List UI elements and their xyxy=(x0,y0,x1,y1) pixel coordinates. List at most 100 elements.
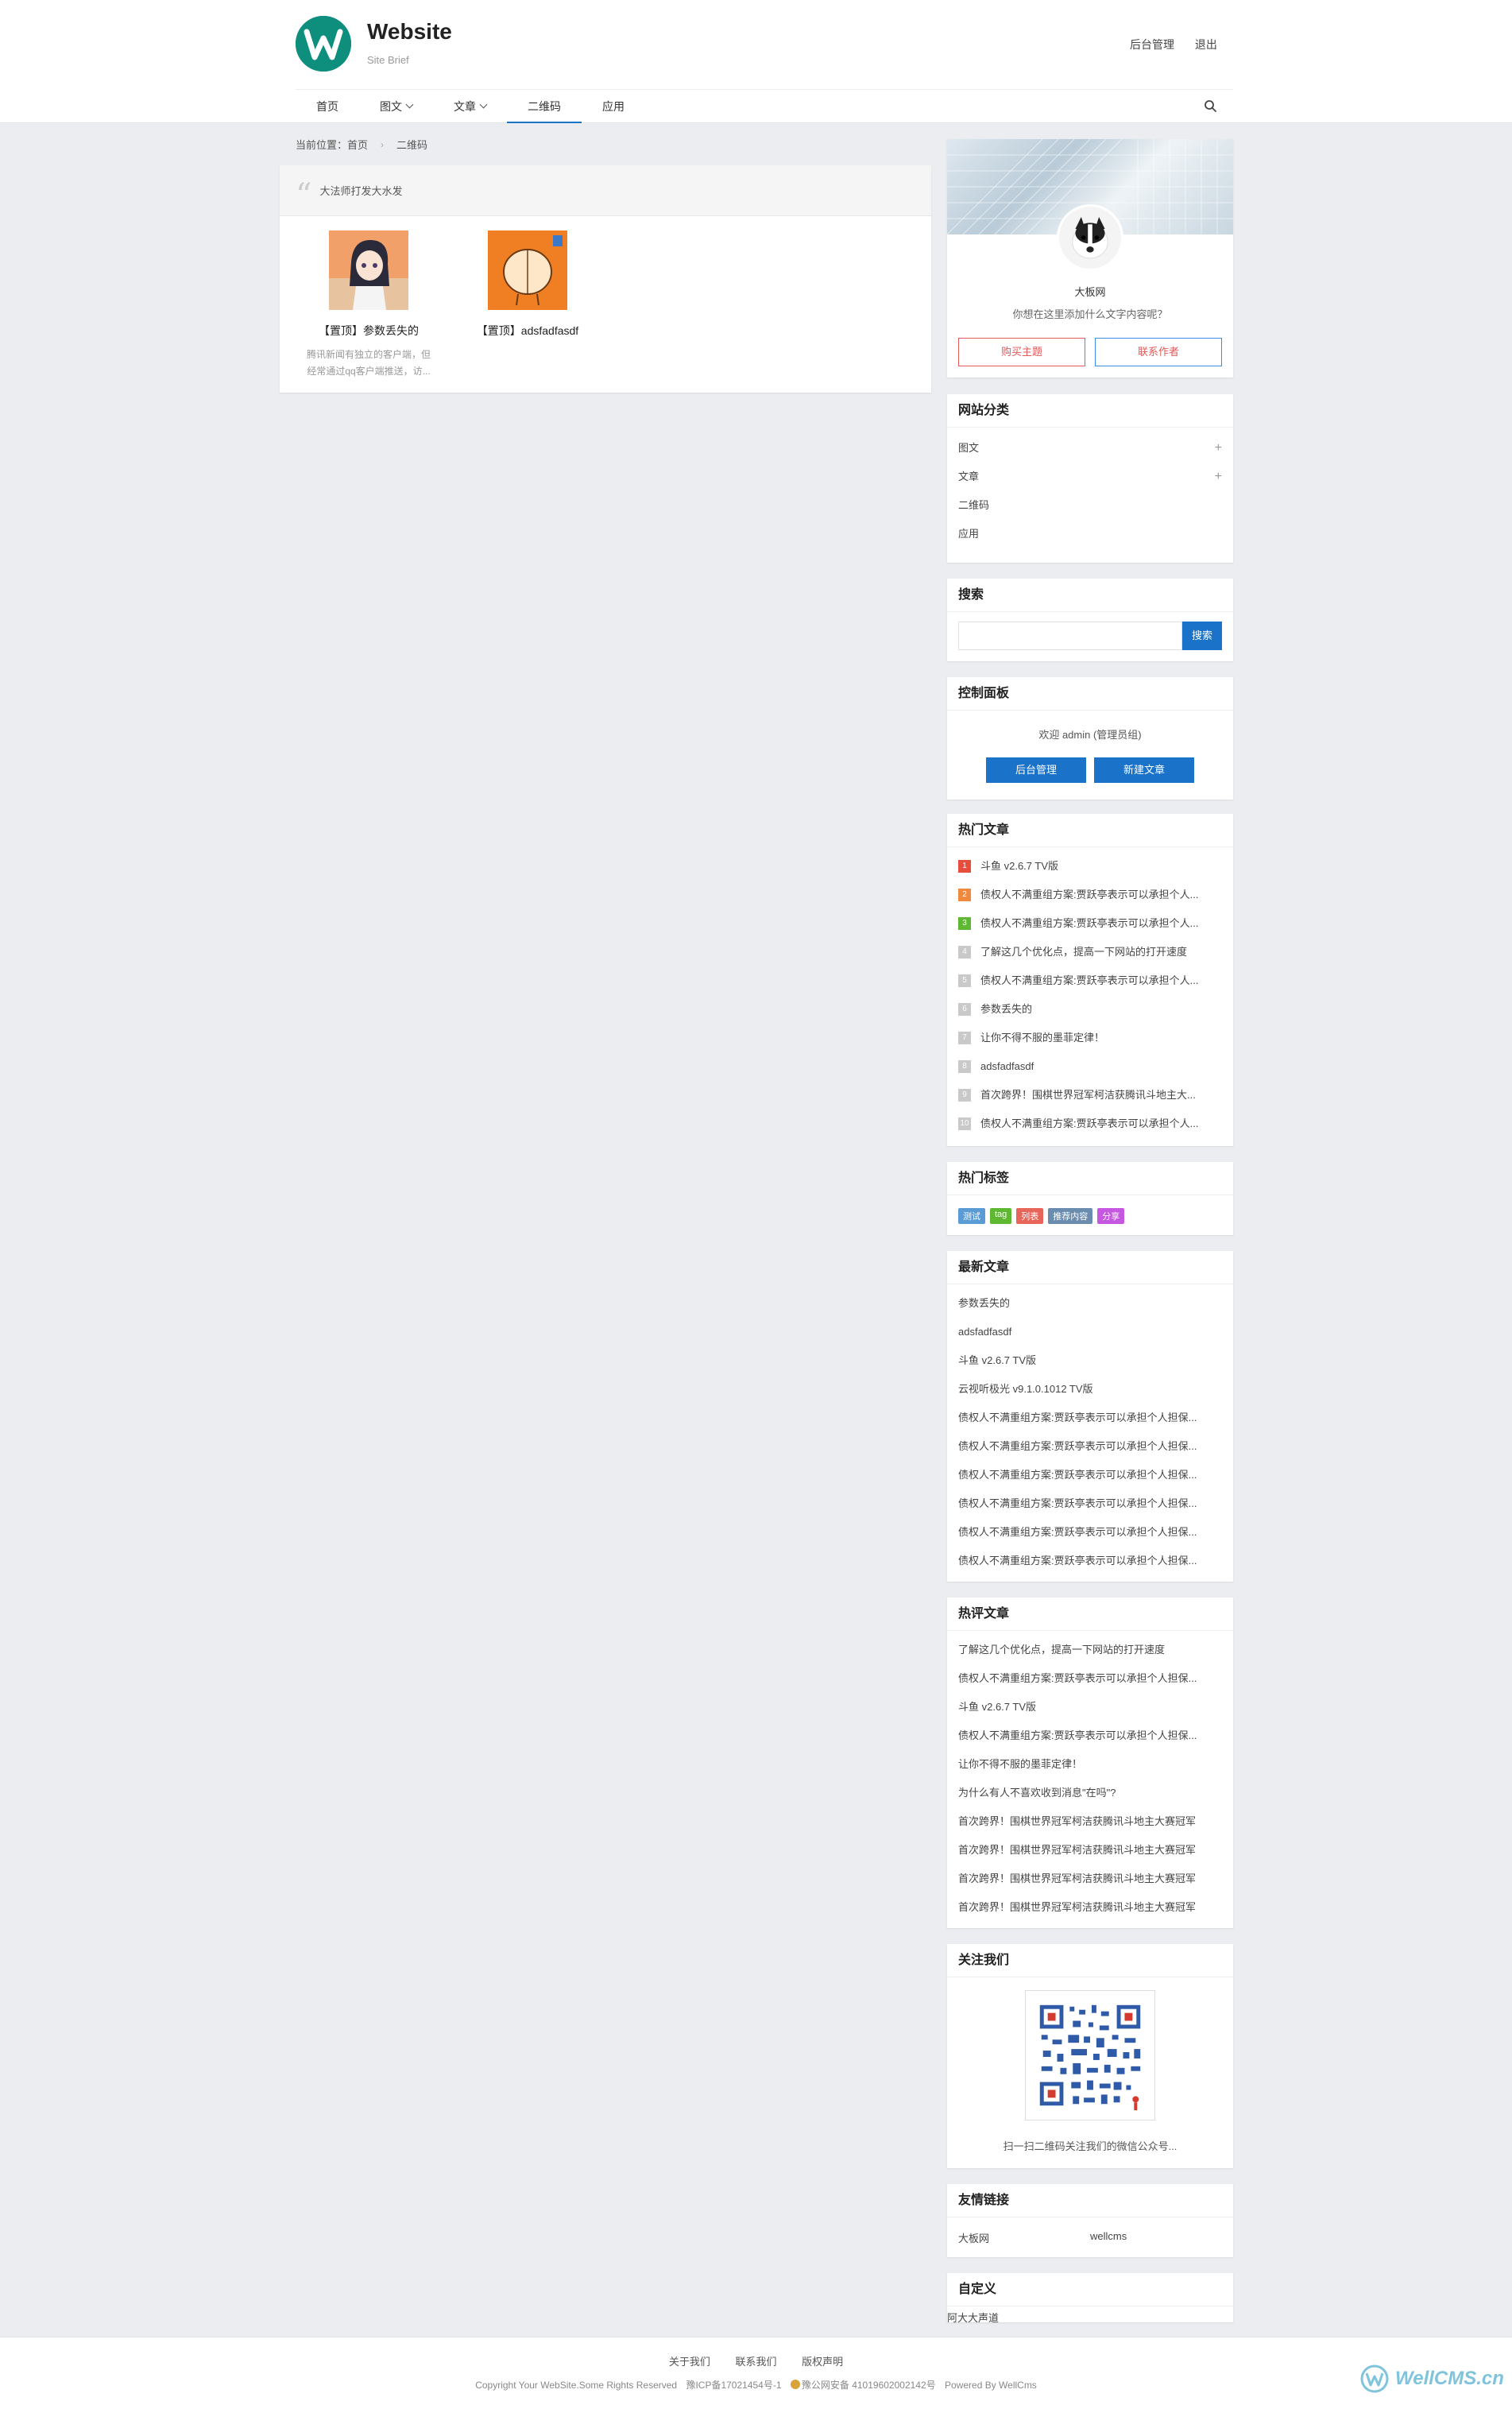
hot-article-item[interactable]: 1 斗鱼 v2.6.7 TV版 xyxy=(958,852,1222,881)
buy-theme-button[interactable]: 购买主题 xyxy=(958,338,1085,366)
plus-icon[interactable]: + xyxy=(1215,463,1222,491)
hot-comment-item[interactable]: 让你不得不服的墨菲定律！ xyxy=(958,1750,1222,1779)
panel-title: 热门文章 xyxy=(947,814,1233,847)
category-item[interactable]: 二维码 xyxy=(958,491,1222,520)
article-card[interactable]: 【置顶】adsfadfasdf xyxy=(448,216,607,339)
hot-article-title: 了解这几个优化点，提高一下网站的打开速度 xyxy=(980,946,1188,958)
category-item[interactable]: 应用 xyxy=(958,520,1222,548)
breadcrumb-prefix: 当前位置： xyxy=(296,139,348,151)
hot-comment-item[interactable]: 债权人不满重组方案:贾跃亭表示可以承担个人担保... xyxy=(958,1722,1222,1750)
category-item[interactable]: 文章 + xyxy=(958,463,1222,491)
hot-article-title: 斗鱼 v2.6.7 TV版 xyxy=(980,860,1059,872)
article-title[interactable]: 【置顶】adsfadfasdf xyxy=(448,323,607,339)
nav-item-article[interactable]: 文章 xyxy=(433,90,507,123)
footer-link-copyright[interactable]: 版权声明 xyxy=(802,2356,843,2368)
author-profile-card: 大板网 你想在这里添加什么文字内容呢？ 购买主题 联系作者 xyxy=(947,139,1233,378)
rank-badge: 4 xyxy=(958,946,971,959)
friend-link[interactable]: 大板网 xyxy=(958,2230,1090,2245)
search-panel: 搜索 搜索 xyxy=(947,579,1233,661)
logout-link[interactable]: 退出 xyxy=(1195,38,1217,51)
nav-item-app[interactable]: 应用 xyxy=(582,90,645,123)
hot-comment-item[interactable]: 首次跨界！围棋世界冠军柯洁获腾讯斗地主大赛冠军 xyxy=(958,1836,1222,1865)
author-name[interactable]: 大板网 xyxy=(947,284,1233,299)
tag-chip[interactable]: 列表 xyxy=(1016,1208,1044,1224)
footer-link-contact[interactable]: 联系我们 xyxy=(735,2356,776,2368)
tag-chip[interactable]: 推荐内容 xyxy=(1048,1208,1093,1224)
hot-article-title: 债权人不满重组方案:贾跃亭表示可以承担个人... xyxy=(980,1117,1199,1129)
latest-article-item[interactable]: 债权人不满重组方案:贾跃亭表示可以承担个人担保... xyxy=(958,1547,1222,1575)
hot-article-item[interactable]: 8 adsfadfasdf xyxy=(958,1052,1222,1081)
police-badge-icon xyxy=(790,2380,800,2389)
latest-article-item[interactable]: 斗鱼 v2.6.7 TV版 xyxy=(958,1346,1222,1375)
custom-text: 阿大大声道 xyxy=(947,2312,1000,2324)
panel-title: 控制面板 xyxy=(947,677,1233,711)
site-logo[interactable] xyxy=(296,16,351,72)
article-thumbnail[interactable] xyxy=(488,230,567,310)
article-title[interactable]: 【置顶】参数丢失的 xyxy=(289,323,448,339)
latest-article-item[interactable]: 债权人不满重组方案:贾跃亭表示可以承担个人担保... xyxy=(958,1432,1222,1461)
powered-by[interactable]: Powered By WellCms xyxy=(945,2380,1037,2391)
hot-comment-item[interactable]: 首次跨界！围棋世界冠军柯洁获腾讯斗地主大赛冠军 xyxy=(958,1865,1222,1893)
latest-article-item[interactable]: 债权人不满重组方案:贾跃亭表示可以承担个人担保... xyxy=(958,1404,1222,1432)
quote-icon: “ xyxy=(296,176,312,214)
nav-label: 首页 xyxy=(316,100,338,113)
contact-author-button[interactable]: 联系作者 xyxy=(1095,338,1222,366)
friend-link[interactable]: wellcms xyxy=(1090,2230,1222,2245)
page-footer: 关于我们 联系我们 版权声明 Copyright Your WebSite.So… xyxy=(0,2337,1512,2409)
hot-article-title: adsfadfasdf xyxy=(980,1060,1034,1072)
category-item[interactable]: 图文 + xyxy=(958,434,1222,463)
site-title[interactable]: Website xyxy=(367,19,452,45)
new-article-button[interactable]: 新建文章 xyxy=(1094,757,1194,783)
latest-article-item[interactable]: 参数丢失的 xyxy=(958,1289,1222,1318)
admin-button[interactable]: 后台管理 xyxy=(986,757,1086,783)
nav-item-qrcode[interactable]: 二维码 xyxy=(507,90,582,123)
hot-article-item[interactable]: 4 了解这几个优化点，提高一下网站的打开速度 xyxy=(958,938,1222,966)
latest-article-item[interactable]: 云视听极光 v9.1.0.1012 TV版 xyxy=(958,1375,1222,1404)
search-button[interactable]: 搜索 xyxy=(1182,622,1222,650)
hot-comment-item[interactable]: 首次跨界！围棋世界冠军柯洁获腾讯斗地主大赛冠军 xyxy=(958,1807,1222,1836)
hot-comment-list: 了解这几个优化点，提高一下网站的打开速度 债权人不满重组方案:贾跃亭表示可以承担… xyxy=(947,1631,1233,1927)
latest-article-item[interactable]: 债权人不满重组方案:贾跃亭表示可以承担个人担保... xyxy=(958,1518,1222,1547)
tag-chip[interactable]: 分享 xyxy=(1097,1208,1125,1224)
hot-comment-item[interactable]: 首次跨界！围棋世界冠军柯洁获腾讯斗地主大赛冠军 xyxy=(958,1893,1222,1922)
welcome-text: 欢迎 admin (管理员组) xyxy=(1038,729,1142,741)
admin-link[interactable]: 后台管理 xyxy=(1130,38,1174,51)
hot-article-item[interactable]: 9 首次跨界！围棋世界冠军柯洁获腾讯斗地主大... xyxy=(958,1081,1222,1110)
latest-article-item[interactable]: 债权人不满重组方案:贾跃亭表示可以承担个人担保... xyxy=(958,1461,1222,1489)
hot-tags-panel: 热门标签 测试 tag 列表 推荐内容 分享 xyxy=(947,1162,1233,1235)
search-icon[interactable] xyxy=(1203,99,1219,114)
hot-article-item[interactable]: 7 让你不得不服的墨菲定律！ xyxy=(958,1024,1222,1052)
article-thumbnail[interactable] xyxy=(329,230,408,310)
rank-badge: 7 xyxy=(958,1032,971,1044)
latest-article-item[interactable]: adsfadfasdf xyxy=(958,1318,1222,1346)
hot-article-item[interactable]: 6 参数丢失的 xyxy=(958,995,1222,1024)
nav-item-graphic[interactable]: 图文 xyxy=(359,90,433,123)
hot-article-item[interactable]: 10 债权人不满重组方案:贾跃亭表示可以承担个人... xyxy=(958,1110,1222,1138)
hot-comment-item[interactable]: 斗鱼 v2.6.7 TV版 xyxy=(958,1693,1222,1722)
breadcrumb-home[interactable]: 首页 xyxy=(347,137,368,152)
latest-article-item[interactable]: 债权人不满重组方案:贾跃亭表示可以承担个人担保... xyxy=(958,1489,1222,1518)
author-avatar[interactable] xyxy=(1057,204,1123,271)
hot-article-item[interactable]: 5 债权人不满重组方案:贾跃亭表示可以承担个人... xyxy=(958,966,1222,995)
police-link[interactable]: 豫公网安备 41019602002142号 xyxy=(802,2380,936,2391)
footer-link-about[interactable]: 关于我们 xyxy=(669,2356,710,2368)
article-card[interactable]: 【置顶】参数丢失的 腾讯新闻有独立的客户端，但 经常通过qq客户端推送，访... xyxy=(289,216,448,380)
search-input[interactable] xyxy=(958,622,1182,650)
nav-item-home[interactable]: 首页 xyxy=(296,90,359,123)
nav-label: 二维码 xyxy=(528,100,561,113)
hot-article-item[interactable]: 3 债权人不满重组方案:贾跃亭表示可以承担个人... xyxy=(958,909,1222,938)
top-links: 后台管理 退出 xyxy=(1130,37,1235,52)
hot-comment-item[interactable]: 了解这几个优化点，提高一下网站的打开速度 xyxy=(958,1636,1222,1664)
plus-icon[interactable]: + xyxy=(1215,434,1222,463)
tag-chip[interactable]: tag xyxy=(990,1208,1012,1224)
tag-list: 测试 tag 列表 推荐内容 分享 xyxy=(947,1195,1233,1237)
hot-article-item[interactable]: 2 债权人不满重组方案:贾跃亭表示可以承担个人... xyxy=(958,881,1222,909)
hot-comment-item[interactable]: 为什么有人不喜欢收到消息"在吗"? xyxy=(958,1779,1222,1807)
follow-us-panel: 关注我们 扫一扫二维码关注我们的微信公众号... xyxy=(947,1944,1233,2168)
hot-article-title: 债权人不满重组方案:贾跃亭表示可以承担个人... xyxy=(980,974,1199,986)
chevron-down-icon xyxy=(405,100,414,109)
footer-copyright: Copyright Your WebSite.Some Rights Reser… xyxy=(0,2378,1512,2392)
hot-comment-item[interactable]: 债权人不满重组方案:贾跃亭表示可以承担个人担保... xyxy=(958,1664,1222,1693)
icp-link[interactable]: 豫ICP备17021454号-1 xyxy=(686,2380,781,2391)
tag-chip[interactable]: 测试 xyxy=(958,1208,985,1224)
